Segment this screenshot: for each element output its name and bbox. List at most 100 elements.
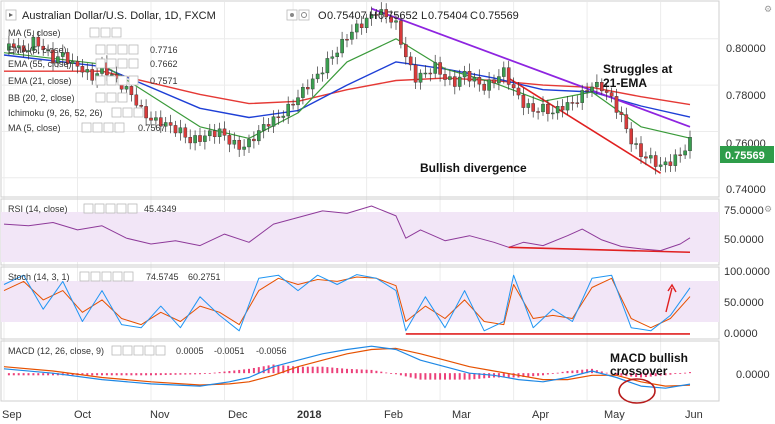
candle-body bbox=[359, 23, 364, 29]
candle-body bbox=[271, 116, 276, 127]
eye-icon[interactable] bbox=[286, 9, 298, 21]
macd-histogram-bar bbox=[532, 373, 535, 377]
candle-body bbox=[217, 128, 222, 137]
macd-histogram-bar bbox=[336, 367, 339, 374]
macd-histogram-bar bbox=[203, 373, 206, 374]
settings-gear-icon[interactable]: ⚙ bbox=[764, 205, 772, 215]
time-label: Jun bbox=[685, 409, 703, 421]
candle-body bbox=[497, 76, 501, 84]
candle-body bbox=[506, 67, 511, 85]
time-label: Mar bbox=[452, 409, 471, 421]
macd-histogram-bar bbox=[169, 373, 172, 375]
candle-body bbox=[604, 90, 609, 93]
candle-body bbox=[526, 103, 531, 108]
macd-histogram-bar bbox=[238, 369, 241, 374]
crossover-circle bbox=[618, 378, 656, 404]
candle-body bbox=[188, 137, 193, 144]
rsi-tick: 75.0000 bbox=[724, 205, 764, 217]
macd-histogram-bar bbox=[243, 369, 246, 374]
indicator-label: MA (5, close) bbox=[8, 28, 61, 38]
candle-body bbox=[355, 23, 359, 33]
indicator-controls-icon[interactable] bbox=[111, 345, 166, 356]
indicator-controls-icon[interactable] bbox=[79, 271, 134, 282]
macd-histogram-bar bbox=[385, 372, 388, 374]
indicator-controls-icon[interactable] bbox=[95, 44, 139, 55]
settings-gear-icon[interactable]: ⚙ bbox=[764, 5, 772, 15]
candle-body bbox=[291, 103, 295, 106]
candle-body bbox=[565, 102, 570, 111]
indicator-controls-icon[interactable] bbox=[89, 27, 122, 38]
indicator-controls-icon[interactable] bbox=[111, 107, 144, 118]
candle-body bbox=[242, 146, 246, 150]
support-trendline bbox=[508, 77, 662, 174]
candle-body bbox=[276, 116, 281, 118]
macd-histogram-bar bbox=[458, 373, 461, 380]
indicator-value: 0.7662 bbox=[150, 59, 178, 69]
stoch-tick: 0.0000 bbox=[724, 328, 758, 340]
indicator-controls-icon[interactable] bbox=[83, 203, 138, 214]
macd-histogram-bar bbox=[537, 373, 540, 376]
candle-body bbox=[511, 84, 516, 89]
macd-histogram-bar bbox=[228, 371, 231, 374]
ohlc-low-label: L bbox=[421, 10, 427, 22]
indicator-label: EMA (5, close) bbox=[8, 45, 67, 55]
macd-histogram-bar bbox=[110, 373, 113, 376]
macd-histogram-bar bbox=[115, 373, 118, 376]
macd-histogram-bar bbox=[542, 373, 544, 376]
candle-body bbox=[492, 79, 496, 84]
ohlc-low-value: 0.75404 bbox=[428, 10, 468, 22]
candle-body bbox=[668, 161, 673, 166]
annotation-struggles: 21-EMA bbox=[603, 76, 647, 90]
candle-body bbox=[453, 76, 457, 87]
indicator-controls-icon[interactable] bbox=[81, 122, 125, 133]
time-label: 2018 bbox=[297, 409, 321, 421]
time-axis: Sep Oct Nov Dec 2018 Feb Mar Apr May Jun bbox=[2, 409, 703, 421]
macd-histogram-bar bbox=[679, 373, 682, 374]
candle-body bbox=[109, 74, 114, 76]
ohlc-open-value: 0.75407 bbox=[327, 10, 367, 22]
macd-histogram-bar bbox=[429, 373, 432, 380]
ohlc-close-label: C bbox=[470, 10, 478, 22]
candle-body bbox=[340, 39, 344, 54]
candle-body bbox=[462, 71, 467, 78]
price-tick: 0.78000 bbox=[726, 90, 766, 102]
candle-body bbox=[438, 62, 442, 75]
annotation-macd: crossover bbox=[610, 364, 668, 378]
stoch-label: Stoch (14, 3, 1) bbox=[8, 272, 70, 282]
candle-body bbox=[310, 78, 315, 90]
candle-body bbox=[247, 138, 251, 148]
macd-histogram-bar bbox=[140, 373, 143, 376]
candle-body bbox=[560, 106, 565, 111]
candle-body bbox=[212, 130, 217, 137]
candle-body bbox=[683, 150, 687, 156]
candle-body bbox=[335, 52, 340, 58]
macd-histogram-bar bbox=[174, 373, 177, 375]
macd-histogram-bar bbox=[199, 373, 201, 375]
macd-histogram-bar bbox=[252, 367, 255, 374]
indicator-label: EMA (55, close) bbox=[8, 59, 72, 69]
indicator-controls-icon[interactable] bbox=[95, 92, 128, 103]
candle-body bbox=[203, 135, 207, 142]
time-label: Sep bbox=[2, 409, 22, 421]
candle-body bbox=[502, 67, 506, 77]
candle-body bbox=[261, 124, 266, 131]
collapse-arrow-icon[interactable] bbox=[5, 9, 17, 21]
time-label: May bbox=[604, 409, 625, 421]
candle-body bbox=[75, 61, 80, 67]
candle-body bbox=[521, 94, 526, 108]
indicator-value: 0.7571 bbox=[150, 76, 178, 86]
candle-body bbox=[350, 31, 354, 40]
settings-icon[interactable] bbox=[298, 9, 310, 21]
candle-body bbox=[624, 114, 629, 130]
time-label: Apr bbox=[532, 409, 549, 421]
macd-histogram-bar bbox=[306, 366, 309, 374]
candle-body bbox=[286, 103, 291, 117]
macd-histogram-bar bbox=[17, 373, 20, 376]
candle-body bbox=[168, 122, 173, 126]
macd-histogram-bar bbox=[91, 373, 94, 376]
candle-body bbox=[590, 86, 594, 92]
time-label: Oct bbox=[74, 409, 91, 421]
rsi-tick: 50.0000 bbox=[724, 234, 764, 246]
candle-body bbox=[154, 117, 158, 121]
candle-body bbox=[149, 117, 153, 121]
